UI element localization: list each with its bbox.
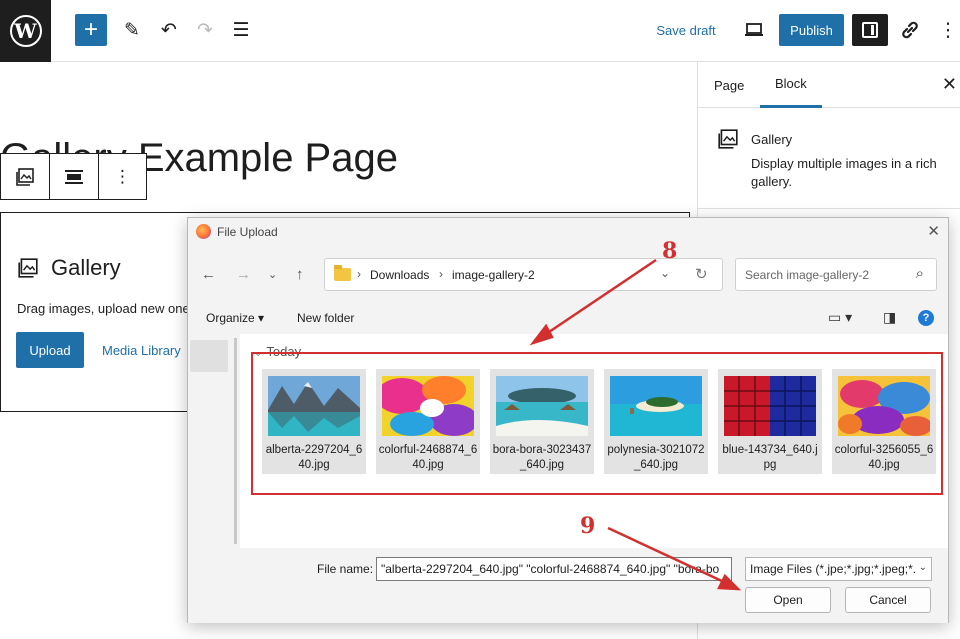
command-bar: Organize ▾ New folder ▭ ▾ ◨ ? xyxy=(188,304,948,332)
gallery-block-header: Gallery xyxy=(17,255,121,281)
dialog-title: File Upload xyxy=(217,225,278,239)
tools-button[interactable]: ✎ xyxy=(119,14,145,46)
link-icon xyxy=(902,21,918,39)
redo-button[interactable]: ↷ xyxy=(192,14,218,46)
image-thumbnail xyxy=(838,376,930,436)
gallery-icon xyxy=(16,167,34,186)
firefox-icon xyxy=(196,224,211,239)
block-card-title: Gallery xyxy=(751,132,793,147)
more-vertical-icon: ⋮ xyxy=(938,19,958,41)
wordpress-logo[interactable]: W xyxy=(0,0,51,62)
sidebar-divider xyxy=(698,208,960,209)
file-item[interactable]: bora-bora-3023437_640.jpg xyxy=(490,369,594,474)
file-type-select[interactable]: Image Files (*.jpe;*.jpg;*.jpeg;*. ⌄ xyxy=(745,557,932,581)
image-thumbnail xyxy=(610,376,702,436)
image-thumbnail xyxy=(496,376,588,436)
publish-button[interactable]: Publish xyxy=(779,14,844,46)
refresh-icon[interactable]: ↻ xyxy=(695,265,708,283)
file-name-input[interactable]: "alberta-2297204_640.jpg" "colorful-2468… xyxy=(376,557,732,581)
settings-toggle-button[interactable] xyxy=(852,14,888,46)
upload-button[interactable]: Upload xyxy=(16,332,84,368)
navigation-pane xyxy=(188,334,238,548)
wordpress-icon: W xyxy=(9,15,42,47)
sidebar-icon xyxy=(862,22,878,38)
preview-button[interactable] xyxy=(740,14,768,46)
add-block-button[interactable]: + xyxy=(75,14,107,46)
chevron-right-icon: › xyxy=(357,267,361,281)
file-item[interactable]: blue-143734_640.jpg xyxy=(718,369,822,474)
tab-block[interactable]: Block xyxy=(760,62,822,108)
file-item[interactable]: alberta-2297204_640.jpg xyxy=(262,369,366,474)
file-name: colorful-2468874_640.jpg xyxy=(378,444,478,471)
undo-icon: ↶ xyxy=(161,19,177,41)
search-input[interactable]: Search image-gallery-2 ⌕ xyxy=(735,258,937,291)
breadcrumb-downloads[interactable]: Downloads xyxy=(370,268,429,282)
new-folder-button[interactable]: New folder xyxy=(297,311,354,325)
pencil-icon: ✎ xyxy=(124,19,140,41)
laptop-icon xyxy=(745,23,763,36)
block-toolbar: ⋮ xyxy=(0,153,147,200)
dialog-titlebar: File Upload ✕ xyxy=(188,218,948,246)
close-icon[interactable]: ✕ xyxy=(927,222,940,240)
up-folder-icon[interactable]: ↑ xyxy=(296,266,304,283)
chevron-down-icon: ⌄ xyxy=(918,562,927,573)
file-name: bora-bora-3023437_640.jpg xyxy=(492,444,592,471)
file-item[interactable]: colorful-3256055_640.jpg xyxy=(832,369,936,474)
file-item[interactable]: colorful-2468874_640.jpg xyxy=(376,369,480,474)
cancel-button[interactable]: Cancel xyxy=(845,587,931,613)
file-item[interactable]: polynesia-3021072_640.jpg xyxy=(604,369,708,474)
gallery-block-title: Gallery xyxy=(51,255,121,280)
quick-access-item[interactable] xyxy=(190,340,228,372)
redo-icon: ↷ xyxy=(197,19,213,41)
align-icon xyxy=(65,169,83,184)
block-card-description: Display multiple images in a rich galler… xyxy=(751,156,937,189)
forward-icon[interactable]: → xyxy=(236,266,251,283)
gallery-block-description: Drag images, upload new one xyxy=(17,301,190,316)
organize-menu[interactable]: Organize ▾ xyxy=(206,311,264,325)
list-view-icon: ☰ xyxy=(232,19,250,41)
search-icon: ⌕ xyxy=(915,265,924,282)
tab-page[interactable]: Page xyxy=(714,62,744,108)
recent-locations-icon[interactable]: ⌄ xyxy=(268,268,277,281)
annotation-step-8: 8 xyxy=(662,238,678,264)
open-button[interactable]: Open xyxy=(745,587,831,613)
annotation-step-9: 9 xyxy=(580,513,596,539)
search-placeholder: Search image-gallery-2 xyxy=(745,268,870,282)
document-overview-button[interactable]: ☰ xyxy=(228,14,254,46)
view-mode-icon[interactable]: ▭ ▾ xyxy=(828,309,852,326)
back-icon[interactable]: ← xyxy=(201,266,216,283)
file-name: colorful-3256055_640.jpg xyxy=(834,444,934,471)
file-name: alberta-2297204_640.jpg xyxy=(265,444,363,471)
help-icon[interactable]: ? xyxy=(918,310,934,326)
undo-button[interactable]: ↶ xyxy=(156,14,182,46)
options-button[interactable]: ⋮ xyxy=(938,14,958,46)
chevron-right-icon: › xyxy=(439,267,443,281)
file-name: polynesia-3021072_640.jpg xyxy=(607,444,705,471)
link-button[interactable] xyxy=(896,14,924,46)
image-thumbnail xyxy=(268,376,360,436)
image-thumbnail xyxy=(382,376,474,436)
align-button[interactable] xyxy=(50,154,99,199)
file-upload-dialog: File Upload ✕ ← → ⌄ ↑ › Downloads › imag… xyxy=(187,217,949,623)
image-thumbnail xyxy=(724,376,816,436)
media-library-button[interactable]: Media Library xyxy=(102,343,181,358)
folder-icon xyxy=(334,265,351,281)
gallery-icon xyxy=(18,258,38,278)
file-name-label: File name: xyxy=(317,562,374,576)
sidebar-tabs: Page Block ✕ xyxy=(698,62,960,108)
block-type-button[interactable] xyxy=(1,154,50,199)
save-draft-button[interactable]: Save draft xyxy=(652,14,720,46)
file-name: blue-143734_640.jpg xyxy=(722,444,818,471)
chevron-down-icon[interactable]: ⌄ xyxy=(660,266,670,280)
breadcrumb-image-gallery[interactable]: image-gallery-2 xyxy=(452,268,535,282)
dialog-footer: File name: "alberta-2297204_640.jpg" "co… xyxy=(188,548,948,623)
plus-icon: + xyxy=(83,16,98,43)
scrollbar[interactable] xyxy=(234,338,237,544)
close-icon[interactable]: ✕ xyxy=(942,74,957,95)
preview-pane-icon[interactable]: ◨ xyxy=(883,309,896,326)
gallery-icon xyxy=(717,128,739,155)
more-vertical-icon: ⋮ xyxy=(114,166,131,186)
editor-topbar: W + ✎ ↶ ↷ ☰ Save draft Publish ⋮ xyxy=(0,0,960,62)
block-options-button[interactable]: ⋮ xyxy=(99,154,146,199)
